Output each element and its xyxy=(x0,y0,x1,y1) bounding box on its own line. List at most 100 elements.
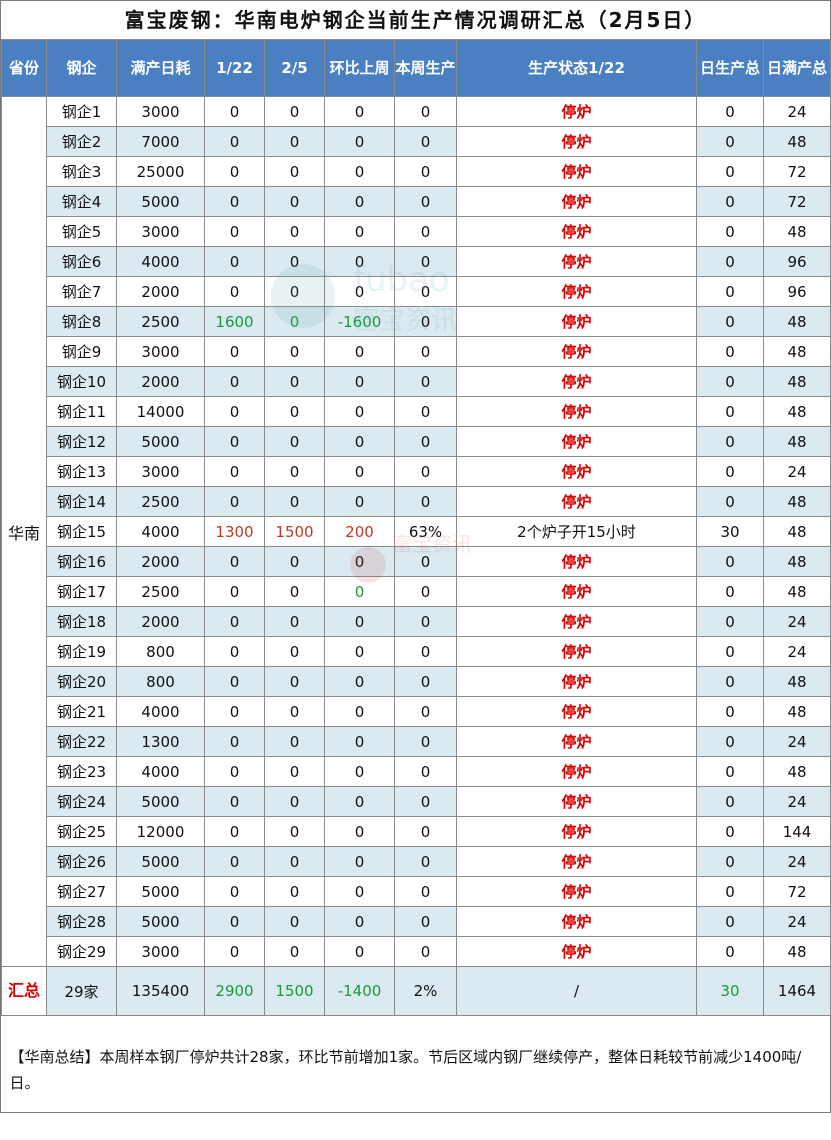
cell-company: 钢企21 xyxy=(47,697,117,727)
table-row: 钢企2850000000停炉024 xyxy=(2,907,831,937)
cell-company: 钢企7 xyxy=(47,277,117,307)
cell-week: 0 xyxy=(395,607,457,637)
cell-week: 0 xyxy=(395,157,457,187)
col-header-week: 本周生产 xyxy=(395,40,457,97)
cell-company: 钢企3 xyxy=(47,157,117,187)
table-row: 钢企198000000停炉024 xyxy=(2,637,831,667)
table-row: 钢企1425000000停炉048 xyxy=(2,487,831,517)
cell-week: 0 xyxy=(395,187,457,217)
cell-company: 钢企12 xyxy=(47,427,117,457)
cell-status: 停炉 xyxy=(457,937,697,967)
table-row: 钢企1330000000停炉024 xyxy=(2,457,831,487)
cell-capacity: 5000 xyxy=(117,847,205,877)
cell-feb5: 0 xyxy=(265,457,325,487)
total-change: -1400 xyxy=(325,967,395,1016)
cell-capacity: 3000 xyxy=(117,937,205,967)
summary-row: 【华南总结】本周样本钢厂停炉共计28家，环比节前增加1家。节后区域内钢厂继续停产… xyxy=(2,1016,831,1140)
cell-week: 0 xyxy=(395,397,457,427)
cell-company: 钢企29 xyxy=(47,937,117,967)
col-header-capacity: 满产日耗 xyxy=(117,40,205,97)
cell-change: 0 xyxy=(325,577,395,607)
cell-daily-total: 0 xyxy=(697,697,764,727)
cell-daily-total: 0 xyxy=(697,817,764,847)
cell-jan22: 0 xyxy=(205,157,265,187)
cell-full-total: 48 xyxy=(764,547,831,577)
table-row: 钢企930000000停炉048 xyxy=(2,337,831,367)
cell-capacity: 4000 xyxy=(117,697,205,727)
cell-status: 停炉 xyxy=(457,427,697,457)
table-row: 钢企2340000000停炉048 xyxy=(2,757,831,787)
table-row: 钢企11140000000停炉048 xyxy=(2,397,831,427)
cell-capacity: 800 xyxy=(117,667,205,697)
cell-week: 0 xyxy=(395,487,457,517)
cell-full-total: 48 xyxy=(764,367,831,397)
cell-status: 停炉 xyxy=(457,697,697,727)
cell-feb5: 0 xyxy=(265,697,325,727)
cell-week: 0 xyxy=(395,577,457,607)
cell-week: 0 xyxy=(395,457,457,487)
table-body: 华南钢企130000000停炉024钢企270000000停炉048钢企3250… xyxy=(2,97,831,1140)
cell-full-total: 24 xyxy=(764,607,831,637)
cell-daily-total: 0 xyxy=(697,787,764,817)
cell-change: 0 xyxy=(325,127,395,157)
cell-week: 0 xyxy=(395,817,457,847)
cell-capacity: 4000 xyxy=(117,757,205,787)
cell-full-total: 24 xyxy=(764,637,831,667)
cell-week: 0 xyxy=(395,547,457,577)
cell-status: 停炉 xyxy=(457,127,697,157)
cell-jan22: 0 xyxy=(205,697,265,727)
cell-change: 0 xyxy=(325,817,395,847)
cell-status: 停炉 xyxy=(457,787,697,817)
cell-capacity: 2000 xyxy=(117,607,205,637)
total-row: 汇总 29家 135400 2900 1500 -1400 2% / 30 14… xyxy=(2,967,831,1016)
cell-status: 停炉 xyxy=(457,577,697,607)
cell-company: 钢企13 xyxy=(47,457,117,487)
cell-daily-total: 30 xyxy=(697,517,764,547)
cell-jan22: 0 xyxy=(205,787,265,817)
cell-full-total: 96 xyxy=(764,277,831,307)
cell-week: 0 xyxy=(395,337,457,367)
cell-feb5: 0 xyxy=(265,367,325,397)
cell-status: 停炉 xyxy=(457,817,697,847)
cell-full-total: 144 xyxy=(764,817,831,847)
cell-daily-total: 0 xyxy=(697,457,764,487)
cell-status: 停炉 xyxy=(457,397,697,427)
cell-week: 0 xyxy=(395,637,457,667)
cell-jan22: 0 xyxy=(205,367,265,397)
cell-feb5: 0 xyxy=(265,187,325,217)
cell-capacity: 4000 xyxy=(117,247,205,277)
cell-capacity: 1300 xyxy=(117,727,205,757)
cell-full-total: 48 xyxy=(764,307,831,337)
cell-company: 钢企5 xyxy=(47,217,117,247)
cell-status: 停炉 xyxy=(457,667,697,697)
cell-week: 63% xyxy=(395,517,457,547)
cell-capacity: 2500 xyxy=(117,577,205,607)
cell-status: 停炉 xyxy=(457,607,697,637)
total-jan22: 2900 xyxy=(205,967,265,1016)
cell-daily-total: 0 xyxy=(697,637,764,667)
cell-week: 0 xyxy=(395,97,457,127)
cell-status: 停炉 xyxy=(457,247,697,277)
table-row: 钢企1725000000停炉048 xyxy=(2,577,831,607)
cell-full-total: 24 xyxy=(764,907,831,937)
cell-jan22: 1600 xyxy=(205,307,265,337)
cell-full-total: 48 xyxy=(764,127,831,157)
cell-full-total: 24 xyxy=(764,847,831,877)
cell-full-total: 24 xyxy=(764,787,831,817)
table-row: 钢企2140000000停炉048 xyxy=(2,697,831,727)
cell-jan22: 0 xyxy=(205,457,265,487)
total-capacity: 135400 xyxy=(117,967,205,1016)
cell-company: 钢企24 xyxy=(47,787,117,817)
table-row: 钢企1540001300150020063%2个炉子开15小时3048 xyxy=(2,517,831,547)
table-row: 钢企640000000停炉096 xyxy=(2,247,831,277)
col-header-daily-total: 日生产总 xyxy=(697,40,764,97)
cell-capacity: 4000 xyxy=(117,517,205,547)
cell-change: 0 xyxy=(325,457,395,487)
cell-capacity: 3000 xyxy=(117,217,205,247)
cell-status: 停炉 xyxy=(457,847,697,877)
cell-daily-total: 0 xyxy=(697,247,764,277)
cell-change: 0 xyxy=(325,727,395,757)
cell-jan22: 0 xyxy=(205,937,265,967)
cell-feb5: 1500 xyxy=(265,517,325,547)
cell-status: 停炉 xyxy=(457,487,697,517)
